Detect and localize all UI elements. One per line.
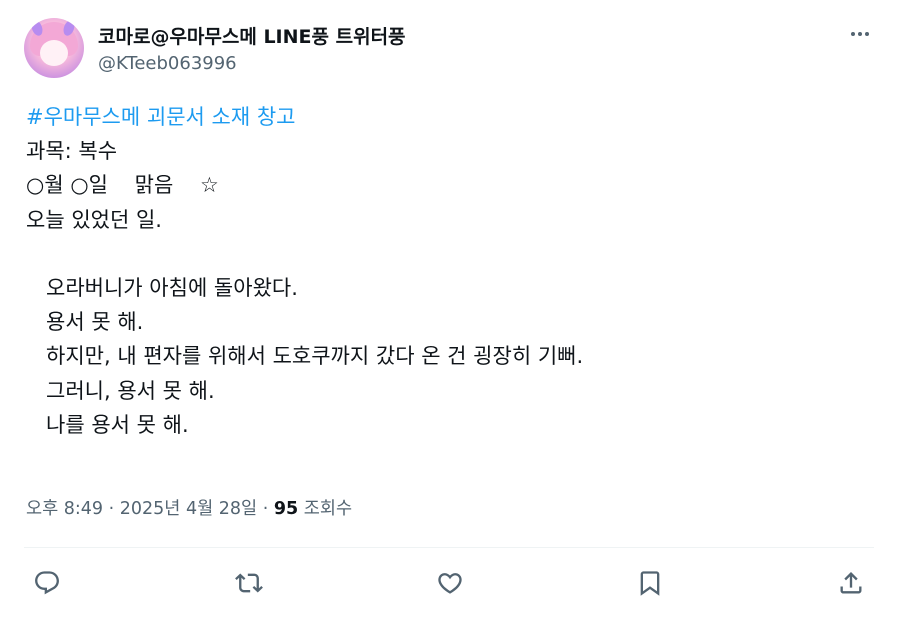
- tweet-meta: 오후 8:49 · 2025년 4월 28일 · 95 조회수: [26, 495, 352, 520]
- author-display-name[interactable]: 코마로@우마무스메 LINE풍 트위터풍: [98, 22, 406, 49]
- tweet-line: ○월 ○일 맑음 ☆: [26, 173, 219, 198]
- tweet-time[interactable]: 오후 8:49: [26, 499, 103, 519]
- meta-separator: ·: [103, 499, 120, 519]
- meta-separator: ·: [257, 499, 274, 519]
- author-handle[interactable]: @KTeeb063996: [98, 53, 237, 74]
- views-label: 조회수: [298, 499, 353, 519]
- hashtag-link[interactable]: #우마무스메 괴문서 소재 창고: [26, 105, 295, 129]
- bookmark-button[interactable]: [632, 565, 668, 601]
- more-options-button[interactable]: [846, 20, 874, 48]
- tweet-line: 하지만, 내 편자를 위해서 도호쿠까지 갔다 온 건 굉장히 기뻐.: [26, 344, 584, 369]
- tweet-line: 오라버니가 아침에 돌아왔다.: [26, 276, 298, 301]
- tweet-date[interactable]: 2025년 4월 28일: [120, 499, 257, 519]
- like-button[interactable]: [432, 565, 468, 601]
- reply-button[interactable]: [29, 565, 65, 601]
- like-icon: [438, 573, 462, 594]
- avatar[interactable]: [24, 18, 84, 78]
- divider: [24, 547, 874, 548]
- tweet-text: #우마무스메 괴문서 소재 창고 과목: 복수 ○월 ○일 맑음 ☆ 오늘 있었…: [26, 100, 876, 442]
- tweet-line: 용서 못 해.: [26, 310, 144, 335]
- share-icon: [840, 572, 862, 594]
- tweet-line: 나를 용서 못 해.: [26, 412, 189, 437]
- tweet-line: 오늘 있었던 일.: [26, 207, 162, 232]
- retweet-icon: [235, 573, 263, 593]
- avatar-face: [40, 40, 68, 66]
- tweet-line: 그러니, 용서 못 해.: [26, 378, 215, 403]
- retweet-button[interactable]: [231, 565, 267, 601]
- reply-icon: [35, 571, 59, 595]
- views-count: 95: [273, 499, 299, 519]
- share-button[interactable]: [833, 565, 869, 601]
- tweet-line: 과목: 복수: [26, 139, 118, 164]
- more-horizontal-icon: [850, 32, 871, 36]
- bookmark-icon: [640, 571, 660, 596]
